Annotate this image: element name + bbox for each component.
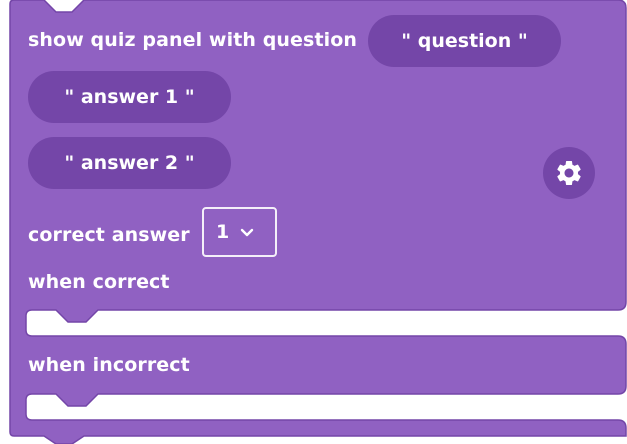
question-input[interactable]: " question " — [368, 15, 561, 67]
settings-button[interactable] — [543, 147, 595, 199]
when-incorrect-label: when incorrect — [28, 354, 190, 376]
when-correct-slot[interactable] — [27, 311, 625, 335]
block-title: show quiz panel with question — [28, 29, 358, 51]
when-incorrect-slot[interactable] — [27, 395, 625, 419]
gear-icon — [557, 161, 581, 185]
answer-2-input[interactable]: " answer 2 " — [28, 137, 231, 189]
correct-answer-label: correct answer — [28, 224, 190, 246]
correct-answer-value: 1 — [216, 221, 230, 243]
workspace: show quiz panel with question " question… — [0, 0, 627, 444]
chevron-down-icon — [241, 228, 254, 237]
answer-1-input[interactable]: " answer 1 " — [28, 71, 231, 123]
correct-answer-dropdown[interactable]: 1 — [202, 207, 277, 257]
when-correct-label: when correct — [28, 271, 170, 293]
